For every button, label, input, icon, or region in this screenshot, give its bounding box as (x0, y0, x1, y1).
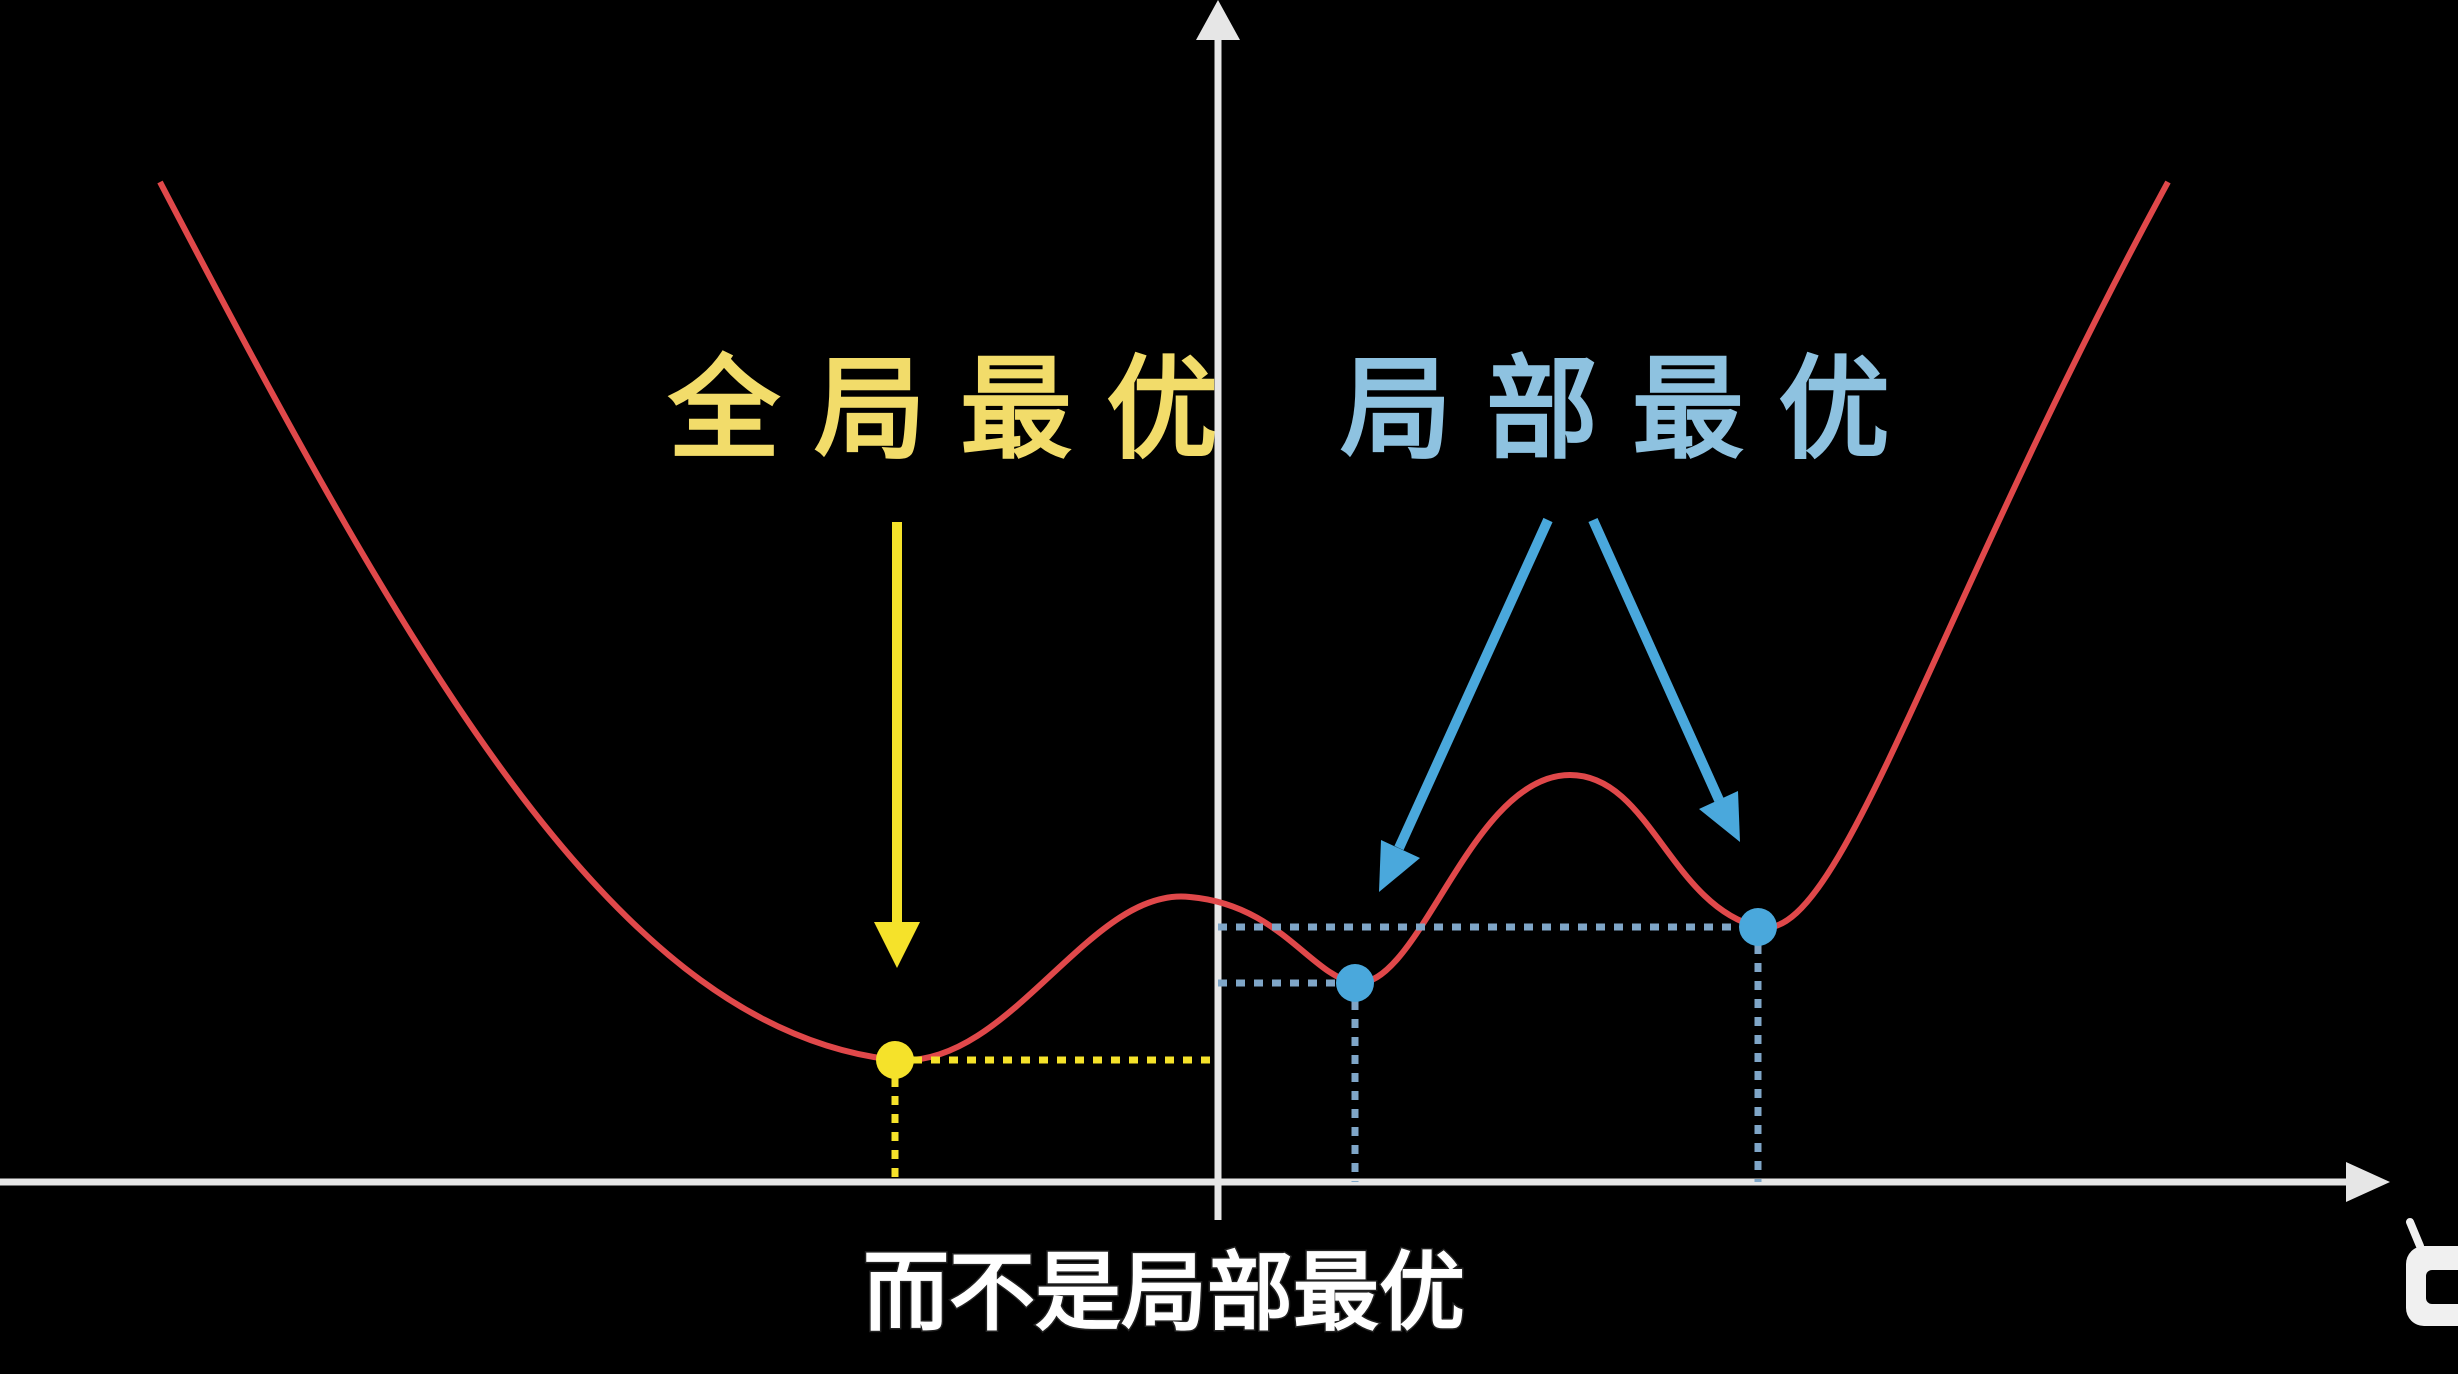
background (0, 0, 2458, 1374)
local-optimum-label: 局部最优 (1340, 344, 1924, 475)
global-optimum-label: 全局最优 (667, 344, 1252, 475)
global-minimum-point (876, 1041, 914, 1079)
subtitle-caption: 而不是局部最优 (863, 1243, 1465, 1343)
optimization-diagram: 全局最优 局部最优 而不是局部最优 (0, 0, 2458, 1374)
local-minimum-point-2 (1739, 908, 1777, 946)
local-minimum-point-1 (1336, 964, 1374, 1002)
